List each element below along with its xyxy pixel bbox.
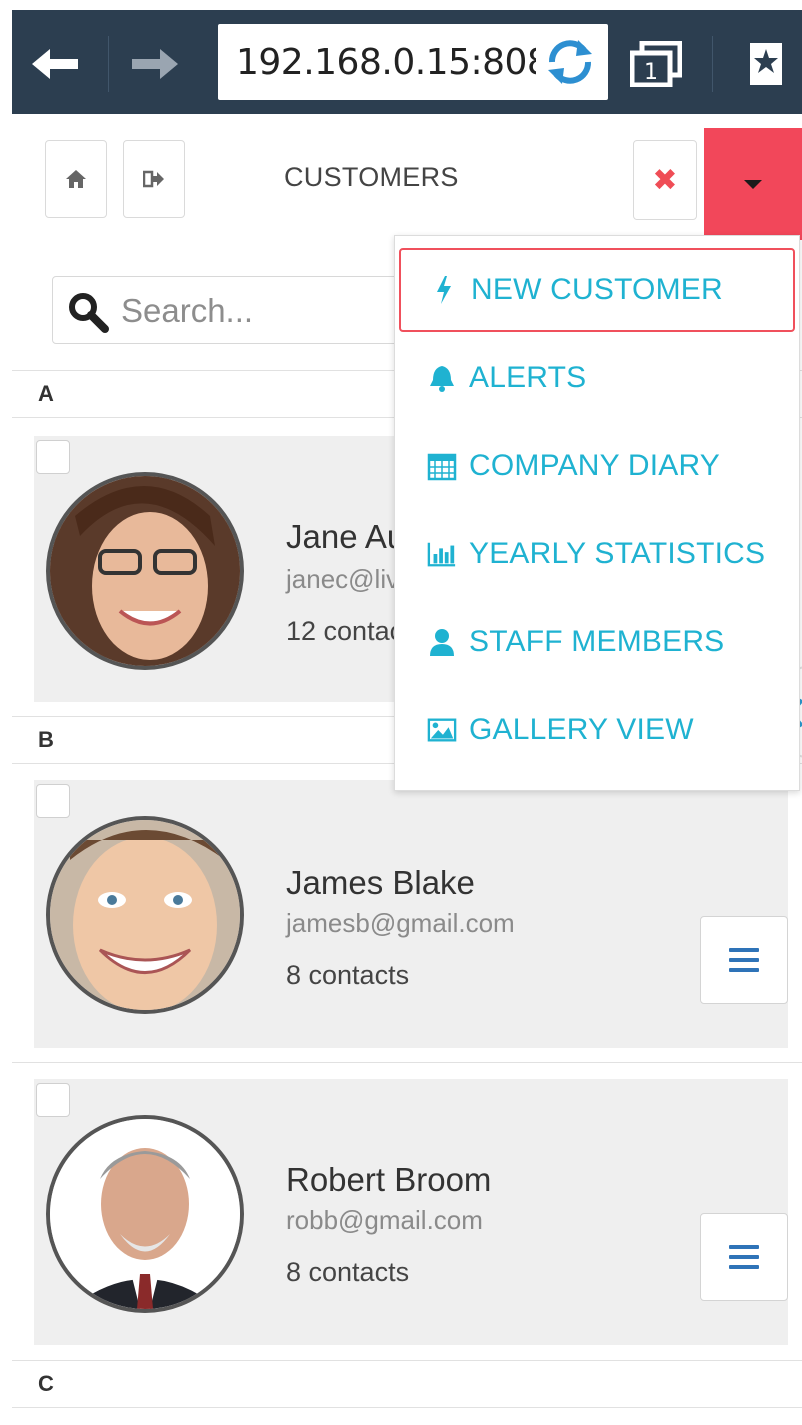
bolt-icon <box>429 275 459 305</box>
bookmark-button[interactable] <box>736 36 796 92</box>
menu-item-yearly-statistics[interactable]: YEARLY STATISTICS <box>399 512 795 596</box>
home-button[interactable] <box>45 140 107 218</box>
refresh-button[interactable] <box>542 36 598 88</box>
app-content: CUSTOMERS ✖ Search... A Jane Austin jane… <box>12 114 802 1425</box>
hamburger-icon <box>729 948 759 952</box>
customer-photo <box>50 820 240 1010</box>
home-icon <box>66 170 86 188</box>
arrow-right-icon <box>132 49 178 79</box>
customer-card: Robert Broom robb@gmail.com 8 contacts <box>34 1079 788 1345</box>
menu-item-new-customer[interactable]: NEW CUSTOMER <box>399 248 795 332</box>
customer-email: robb@gmail.com <box>286 1205 483 1235</box>
dropdown-toggle-button[interactable] <box>704 128 802 240</box>
customer-contacts: 8 contacts <box>286 1257 410 1287</box>
url-field[interactable]: 192.168.0.15:8080 <box>218 24 608 100</box>
menu-item-label: STAFF MEMBERS <box>469 625 725 658</box>
row-menu-button[interactable] <box>700 1213 788 1301</box>
avatar <box>46 1115 244 1313</box>
sign-out-icon <box>143 170 164 188</box>
browser-toolbar: 192.168.0.15:8080 1 <box>12 10 802 114</box>
refresh-icon <box>548 40 592 84</box>
tab-count: 1 <box>644 60 658 85</box>
customer-name: Robert Broom <box>286 1161 492 1198</box>
close-button[interactable]: ✖ <box>633 140 697 220</box>
customer-card: James Blake jamesb@gmail.com 8 contacts <box>34 780 788 1048</box>
hamburger-icon <box>729 1245 759 1249</box>
picture-icon <box>427 715 457 745</box>
search-icon <box>69 293 109 333</box>
menu-item-label: ALERTS <box>469 361 587 394</box>
select-checkbox[interactable] <box>36 440 70 474</box>
select-checkbox[interactable] <box>36 784 70 818</box>
customer-name: James Blake <box>286 864 475 901</box>
actions-dropdown-menu: NEW CUSTOMER ALERTS COMPANY DIARY YEARLY… <box>394 235 800 791</box>
section-letter: B <box>38 727 54 752</box>
tabs-button[interactable]: 1 <box>626 36 686 92</box>
caret-down-icon <box>744 179 762 189</box>
arrow-left-icon <box>32 49 78 79</box>
section-letter: C <box>38 1371 54 1396</box>
menu-item-label: NEW CUSTOMER <box>471 273 723 306</box>
calendar-icon <box>427 451 457 481</box>
customer-photo <box>50 476 240 666</box>
avatar <box>46 816 244 1014</box>
section-letter: A <box>38 381 54 406</box>
avatar <box>46 472 244 670</box>
menu-item-alerts[interactable]: ALERTS <box>399 336 795 420</box>
page-title: CUSTOMERS <box>284 162 459 192</box>
toolbar-divider <box>108 36 109 92</box>
menu-item-label: GALLERY VIEW <box>469 713 694 746</box>
menu-item-staff-members[interactable]: STAFF MEMBERS <box>399 600 795 684</box>
menu-item-company-diary[interactable]: COMPANY DIARY <box>399 424 795 508</box>
customer-email: jamesb@gmail.com <box>286 908 515 938</box>
close-icon: ✖ <box>652 163 678 197</box>
list-item[interactable]: James Blake jamesb@gmail.com 8 contacts <box>12 764 802 1060</box>
url-text: 192.168.0.15:8080 <box>236 42 536 83</box>
toolbar-divider <box>712 36 713 92</box>
section-header-c: C <box>12 1360 802 1408</box>
back-button[interactable] <box>26 36 86 92</box>
tabs-icon: 1 <box>630 41 682 87</box>
menu-item-label: YEARLY STATISTICS <box>469 537 766 570</box>
customer-contacts: 8 contacts <box>286 960 410 990</box>
select-checkbox[interactable] <box>36 1083 70 1117</box>
forward-button[interactable] <box>124 36 184 92</box>
customer-photo <box>50 1119 240 1309</box>
bell-icon <box>427 363 457 393</box>
bar-chart-icon <box>427 539 457 569</box>
menu-item-gallery-view[interactable]: GALLERY VIEW <box>399 688 795 772</box>
row-menu-button[interactable] <box>700 916 788 1004</box>
list-item[interactable]: Robert Broom robb@gmail.com 8 contacts <box>12 1062 802 1358</box>
user-icon <box>427 627 457 657</box>
search-placeholder: Search... <box>121 292 254 329</box>
menu-item-label: COMPANY DIARY <box>469 449 720 482</box>
logout-button[interactable] <box>123 140 185 218</box>
bookmark-star-icon <box>750 43 782 85</box>
